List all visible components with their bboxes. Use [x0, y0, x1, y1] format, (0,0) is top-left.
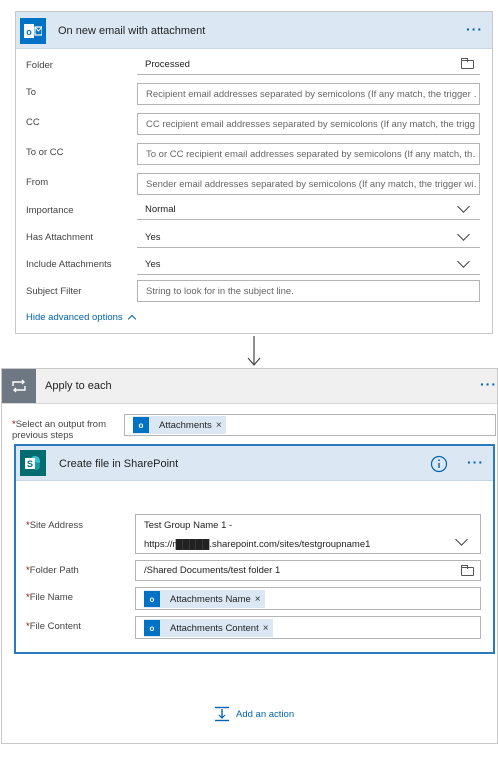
- site-address-line2: https://r█████.sharepoint.com/sites/test…: [144, 539, 371, 550]
- attachments-name-token[interactable]: o Attachments Name ×: [144, 590, 265, 608]
- file-name-field[interactable]: o Attachments Name ×: [135, 587, 481, 610]
- subject-filter-placeholder: String to look for in the subject line.: [146, 286, 294, 297]
- chevron-down-icon[interactable]: [455, 533, 468, 546]
- svg-text:o: o: [26, 27, 32, 37]
- file-content-field[interactable]: o Attachments Content ×: [135, 616, 481, 639]
- more-dots-icon[interactable]: ···: [480, 376, 497, 392]
- outlook-icon: o: [144, 620, 160, 636]
- apply-to-each-title: Apply to each: [45, 380, 112, 392]
- apply-to-each-header[interactable]: Apply to each ···: [2, 369, 497, 404]
- include-attachments-dropdown[interactable]: Yes: [137, 253, 480, 275]
- to-label: To: [26, 87, 37, 98]
- include-attachments-value: Yes: [145, 259, 161, 270]
- create-file-card: S Create file in SharePoint ··· *Site Ad…: [14, 444, 495, 654]
- importance-dropdown[interactable]: Normal: [137, 198, 480, 220]
- create-file-title: Create file in SharePoint: [59, 458, 179, 470]
- to-or-cc-label: To or CC: [26, 147, 64, 158]
- chevron-down-icon[interactable]: [457, 200, 470, 213]
- outlook-icon: o: [144, 591, 160, 607]
- folder-field[interactable]: Processed: [137, 53, 480, 75]
- cc-placeholder: CC recipient email addresses separated b…: [146, 119, 476, 130]
- add-action-icon: [215, 706, 229, 722]
- remove-token-icon[interactable]: ×: [255, 594, 261, 605]
- trigger-header[interactable]: o On new email with attachment ···: [16, 12, 492, 49]
- importance-value: Normal: [145, 204, 176, 215]
- select-output-label: *Select an output from previous steps: [12, 419, 120, 441]
- subject-filter-label: Subject Filter: [26, 286, 82, 297]
- create-file-header[interactable]: S Create file in SharePoint ···: [16, 446, 493, 481]
- file-name-text: File Name: [29, 592, 73, 603]
- select-output-text: Select an output from previous steps: [12, 419, 107, 441]
- file-content-label: *File Content: [26, 621, 81, 632]
- trigger-title: On new email with attachment: [58, 25, 206, 37]
- cc-field[interactable]: CC recipient email addresses separated b…: [137, 113, 480, 135]
- to-placeholder: Recipient email addresses separated by s…: [146, 89, 476, 100]
- select-output-field[interactable]: o Attachments ×: [124, 414, 496, 436]
- site-address-dropdown[interactable]: Test Group Name 1 - https://r█████.share…: [135, 514, 481, 554]
- file-name-label: *File Name: [26, 592, 73, 603]
- site-address-label: *Site Address: [26, 520, 84, 531]
- importance-label: Importance: [26, 205, 74, 216]
- folder-value: Processed: [145, 59, 190, 70]
- more-dots-icon[interactable]: ···: [467, 454, 484, 470]
- arrow-down-icon: [247, 336, 261, 366]
- folder-path-field[interactable]: /Shared Documents/test folder 1: [135, 560, 481, 581]
- attachments-content-token[interactable]: o Attachments Content ×: [144, 619, 273, 637]
- remove-token-icon[interactable]: ×: [263, 623, 269, 634]
- chevron-down-icon[interactable]: [457, 255, 470, 268]
- folder-label: Folder: [26, 60, 53, 71]
- outlook-icon: o: [20, 18, 46, 44]
- from-placeholder: Sender email addresses separated by semi…: [146, 179, 476, 190]
- from-field[interactable]: Sender email addresses separated by semi…: [137, 173, 480, 195]
- sharepoint-icon: S: [20, 450, 46, 476]
- file-content-text: File Content: [29, 621, 81, 632]
- add-action-button[interactable]: Add an action: [214, 706, 294, 722]
- site-address-line1: Test Group Name 1 -: [144, 520, 233, 531]
- cc-label: CC: [26, 117, 40, 128]
- attachments-content-token-label: Attachments Content: [170, 622, 259, 634]
- attachments-token-label: Attachments: [159, 419, 212, 431]
- folder-icon[interactable]: [461, 58, 474, 69]
- subject-filter-field[interactable]: String to look for in the subject line.: [137, 280, 480, 302]
- add-action-label: Add an action: [236, 708, 295, 720]
- remove-token-icon[interactable]: ×: [216, 420, 222, 431]
- folder-icon[interactable]: [461, 565, 474, 576]
- from-label: From: [26, 177, 49, 188]
- to-or-cc-placeholder: To or CC recipient email addresses separ…: [146, 149, 476, 160]
- has-attachment-dropdown[interactable]: Yes: [137, 226, 480, 248]
- info-icon[interactable]: [430, 455, 448, 473]
- loop-icon: [2, 369, 36, 403]
- chevron-up-icon: [127, 314, 136, 324]
- folder-path-value: /Shared Documents/test folder 1: [144, 565, 281, 576]
- chevron-down-icon[interactable]: [457, 228, 470, 241]
- include-attachments-label: Include Attachments: [26, 259, 112, 270]
- to-or-cc-field[interactable]: To or CC recipient email addresses separ…: [137, 143, 480, 165]
- attachments-token[interactable]: o Attachments ×: [133, 416, 226, 434]
- trigger-card: o On new email with attachment ··· Folde…: [15, 11, 493, 334]
- to-field[interactable]: Recipient email addresses separated by s…: [137, 83, 480, 105]
- svg-text:S: S: [27, 459, 33, 469]
- folder-path-text: Folder Path: [29, 565, 79, 576]
- site-address-text: Site Address: [29, 520, 84, 531]
- has-attachment-value: Yes: [145, 232, 161, 243]
- attachments-name-token-label: Attachments Name: [170, 593, 251, 605]
- has-attachment-label: Has Attachment: [26, 232, 94, 243]
- more-dots-icon[interactable]: ···: [466, 21, 483, 37]
- folder-path-label: *Folder Path: [26, 565, 79, 576]
- hide-advanced-label: Hide advanced options: [26, 312, 123, 323]
- hide-advanced-link[interactable]: Hide advanced options: [26, 312, 136, 324]
- outlook-icon: o: [133, 417, 149, 433]
